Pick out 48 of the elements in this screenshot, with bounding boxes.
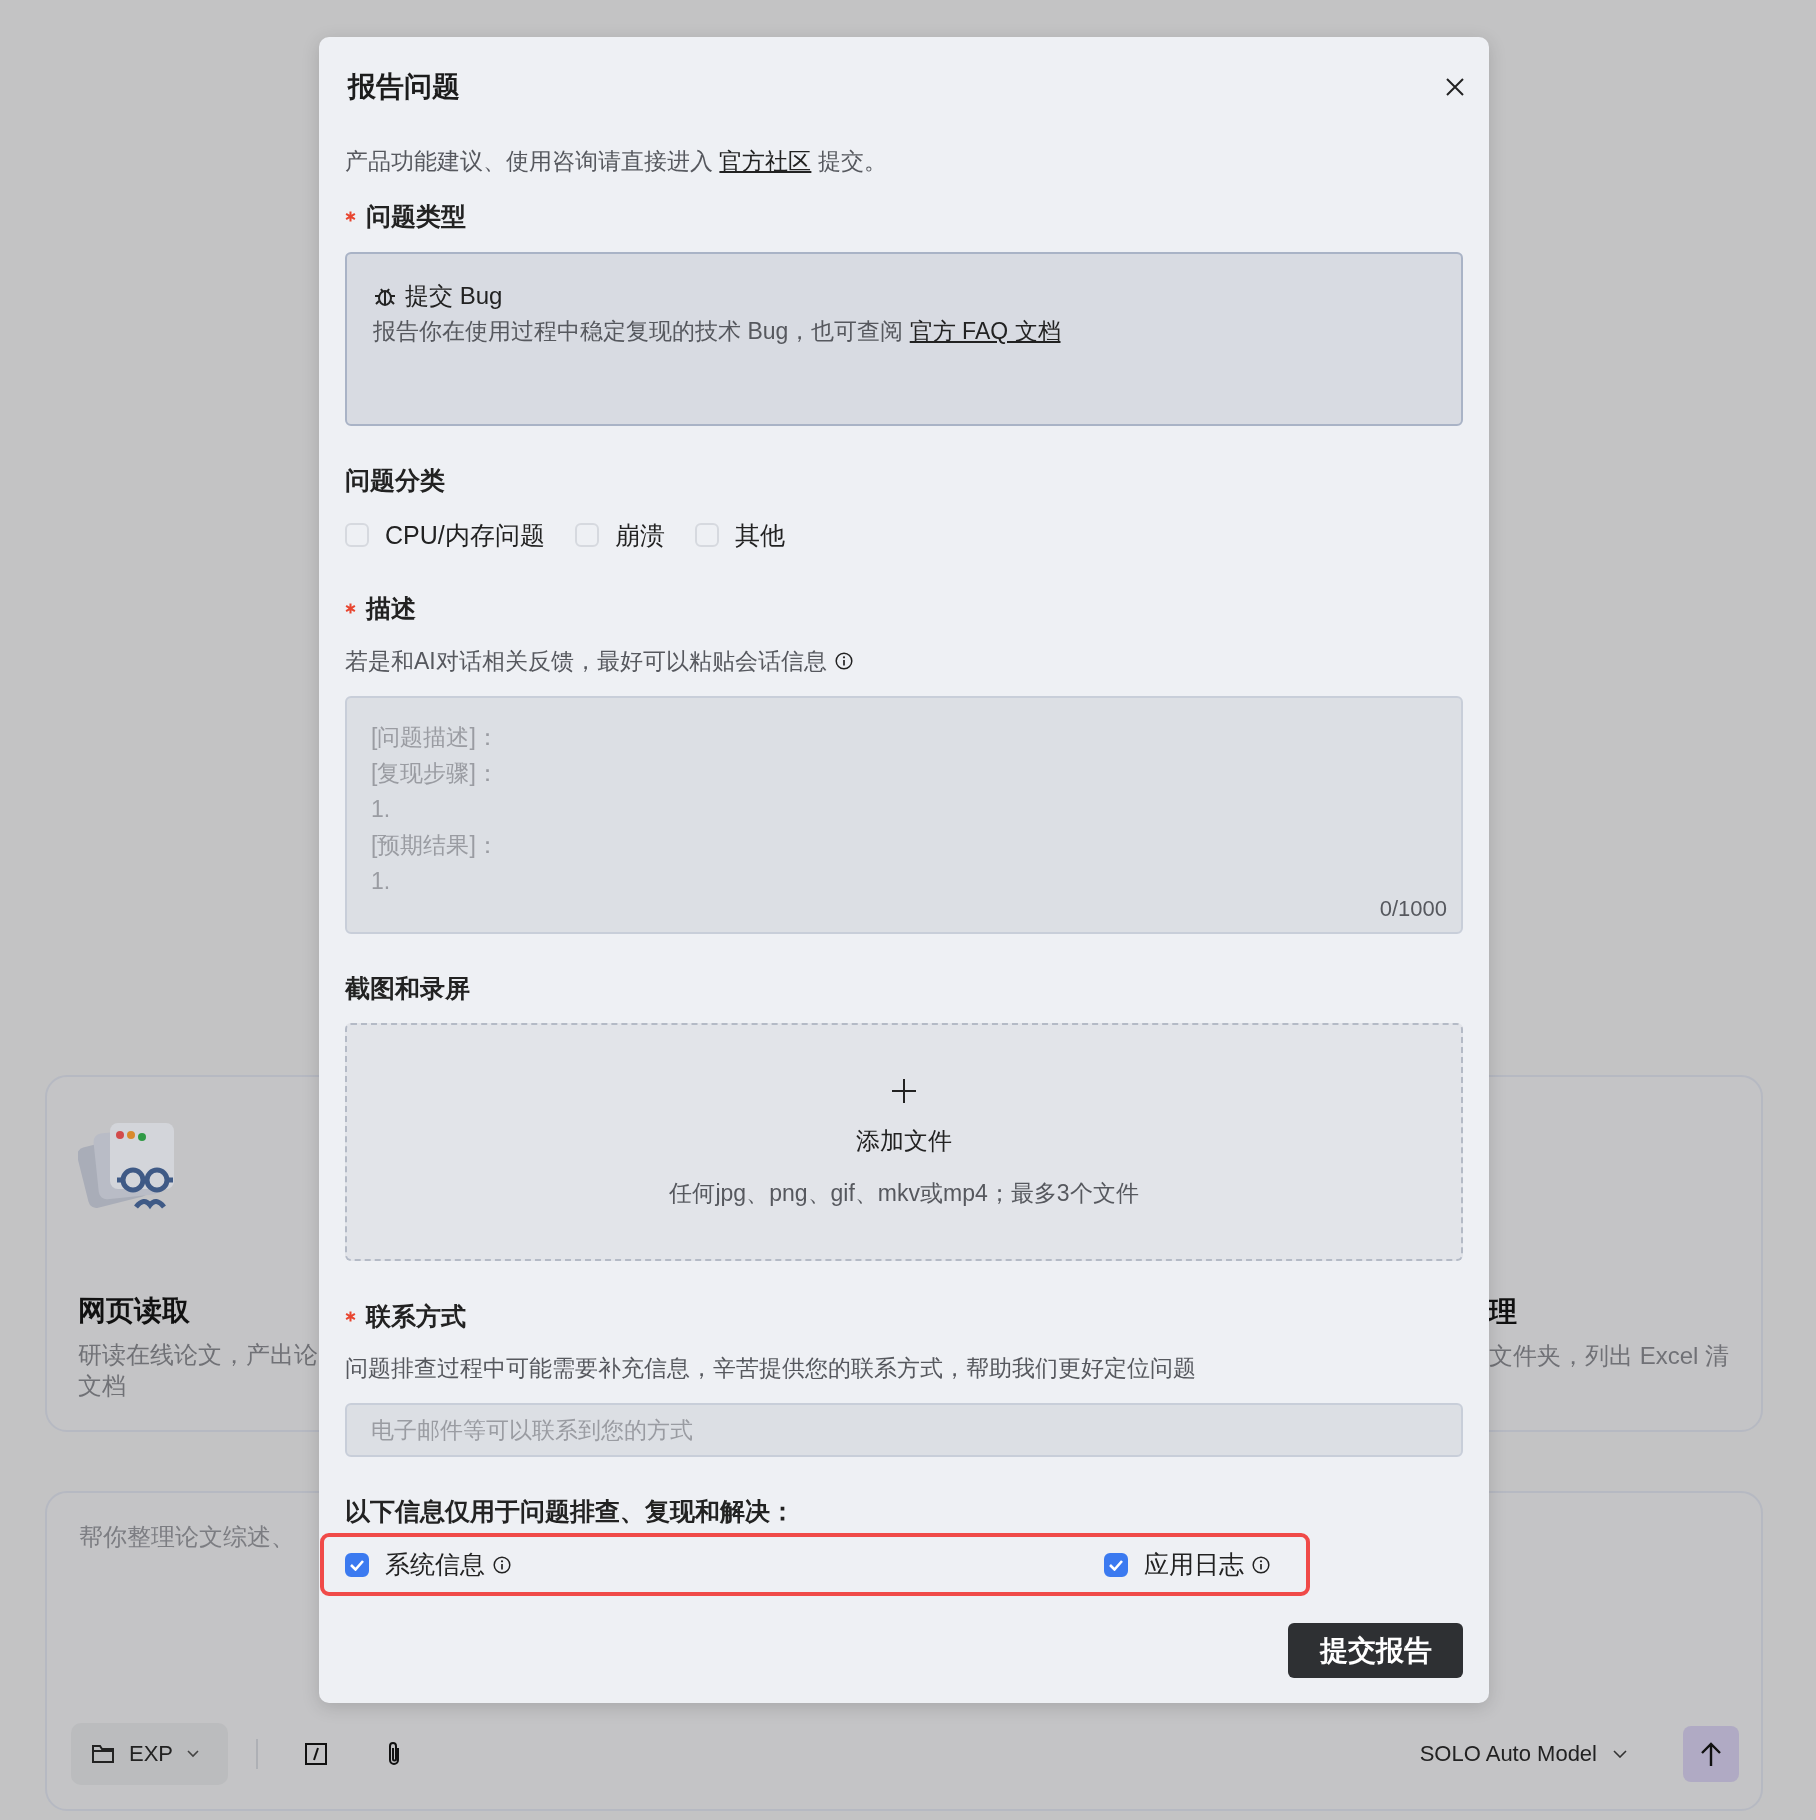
- field-label: 问题分类: [345, 464, 445, 496]
- checkbox-label: 崩溃: [614, 519, 665, 551]
- bug-type-card[interactable]: 提交 Bug 报告你在使用过程中稳定复现的技术 Bug，也可查阅 官方 FAQ 文档: [345, 252, 1463, 426]
- option-title: 提交 Bug: [405, 281, 503, 311]
- upload-dropzone[interactable]: 添加文件 任何jpg、png、gif、mkv或mp4；最多3个文件: [345, 1023, 1463, 1261]
- slash-command-icon[interactable]: [304, 1742, 328, 1766]
- character-counter: 0/1000: [1379, 896, 1447, 922]
- faq-link[interactable]: 官方 FAQ 文档: [909, 318, 1061, 344]
- field-label: 问题类型: [366, 200, 466, 232]
- intro-text: 产品功能建议、使用咨询请直接进入 官方社区 提交。: [345, 147, 888, 175]
- checkbox-label: 应用日志: [1144, 1549, 1244, 1580]
- send-button[interactable]: [1683, 1726, 1739, 1782]
- info-icon: [834, 652, 853, 670]
- checkbox[interactable]: [345, 1552, 369, 1577]
- option-description: 报告你在使用过程中稳定复现的技术 Bug，也可查阅 官方 FAQ 文档: [373, 317, 1062, 346]
- folder-button[interactable]: EXP: [71, 1723, 228, 1785]
- chevron-down-icon: [1613, 1750, 1627, 1758]
- checkbox[interactable]: [1104, 1552, 1128, 1577]
- model-selector[interactable]: SOLO Auto Model: [1413, 1740, 1633, 1768]
- close-button[interactable]: [1445, 77, 1465, 97]
- card-description: 文件夹，列出 Excel 清: [1488, 1341, 1729, 1371]
- info-icon: [493, 1555, 511, 1574]
- card-title: 理: [1488, 1295, 1517, 1329]
- close-icon: [1445, 77, 1465, 97]
- checkbox-label: 系统信息: [385, 1549, 485, 1580]
- folder-icon: [91, 1743, 115, 1765]
- submit-button[interactable]: 提交报告: [1288, 1623, 1463, 1678]
- dialog-title: 报告问题: [346, 71, 460, 103]
- field-label: 以下信息仅用于问题排查、复现和解决：: [345, 1495, 795, 1527]
- upload-hint: 任何jpg、png、gif、mkv或mp4；最多3个文件: [669, 1179, 1139, 1208]
- info-icon: [1252, 1555, 1270, 1574]
- hint-text: 问题排查过程中可能需要补充信息，辛苦提供您的联系方式，帮助我们更好定位问题: [345, 1354, 1197, 1382]
- checkmark-icon: [1108, 1558, 1124, 1571]
- field-label: 截图和录屏: [345, 972, 470, 1004]
- card-title: 网页读取: [78, 1294, 190, 1328]
- contact-field[interactable]: 电子邮件等可以联系到您的方式: [345, 1403, 1463, 1457]
- checkbox-label: CPU/内存问题: [385, 519, 545, 551]
- field-label: 联系方式: [366, 1300, 466, 1332]
- upload-label: 添加文件: [856, 1126, 952, 1156]
- checkmark-icon: [349, 1558, 365, 1571]
- plus-icon: [890, 1077, 918, 1105]
- community-link[interactable]: 官方社区: [719, 148, 812, 174]
- checkbox-label: 其他: [734, 519, 785, 551]
- field-label: 描述: [366, 592, 416, 624]
- card-description: 研读在线论文，产出论 文档: [78, 1340, 318, 1401]
- arrow-up-icon: [1700, 1741, 1722, 1767]
- hint-text: 若是和AI对话相关反馈，最好可以粘贴会话信息: [345, 647, 827, 675]
- chevron-down-icon: [187, 1750, 200, 1758]
